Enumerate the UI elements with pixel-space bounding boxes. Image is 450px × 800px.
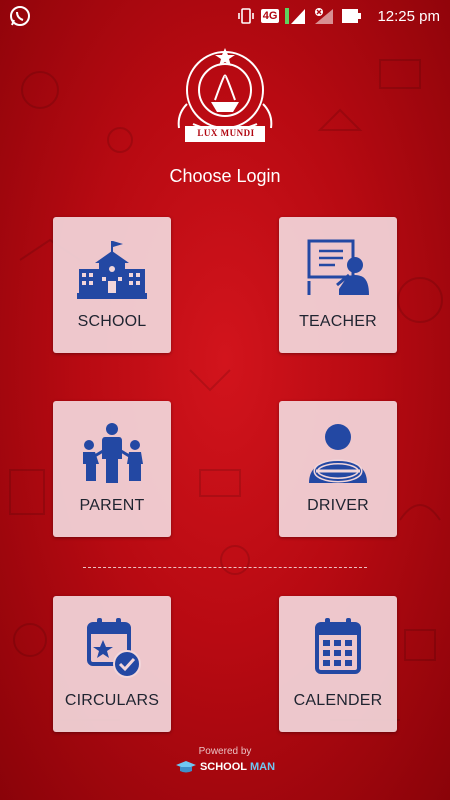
- parent-label: PARENT: [79, 497, 145, 514]
- battery-icon: [342, 9, 362, 23]
- status-time: 12:25 pm: [377, 7, 440, 25]
- circulars-label: CIRCULARS: [64, 692, 160, 709]
- calendar-grid-icon: [315, 618, 361, 674]
- teacher-login-button[interactable]: TEACHER: [279, 217, 397, 353]
- calendar-star-check-icon: [87, 618, 141, 678]
- driver-label: DRIVER: [307, 497, 369, 514]
- powered-by-text: Powered by: [198, 746, 252, 757]
- circulars-button[interactable]: CIRCULARS: [53, 596, 171, 732]
- schoolman-brand[interactable]: SCHOOL MAN: [175, 760, 275, 774]
- brand-man: MAN: [250, 761, 276, 773]
- calender-label: CALENDER: [293, 692, 383, 709]
- teacher-label: TEACHER: [299, 313, 377, 330]
- school-label: SCHOOL: [77, 313, 147, 330]
- school-login-button[interactable]: SCHOOL: [53, 217, 171, 353]
- family-icon: [83, 423, 143, 483]
- calender-button[interactable]: CALENDER: [279, 596, 397, 732]
- network-type-badge: 4G: [260, 9, 280, 23]
- whatsapp-icon: [10, 6, 30, 26]
- brand-school: SCHOOL: [199, 761, 247, 773]
- footer: Powered by SCHOOL MAN: [0, 746, 450, 779]
- logo-motto: LUX MUNDI: [197, 128, 255, 138]
- school-building-icon: [77, 241, 147, 299]
- signal-icon: [285, 8, 306, 24]
- teacher-board-icon: [307, 239, 369, 295]
- driver-steering-icon: [309, 424, 367, 483]
- driver-login-button[interactable]: DRIVER: [279, 401, 397, 537]
- graduation-cap-icon: [175, 761, 196, 773]
- no-signal-icon: [315, 8, 334, 24]
- vibrate-icon: [237, 8, 254, 24]
- section-divider: [83, 567, 367, 568]
- parent-login-button[interactable]: PARENT: [53, 401, 171, 537]
- status-bar: 4G 12:25 pm: [0, 0, 450, 32]
- page-title: Choose Login: [169, 166, 281, 186]
